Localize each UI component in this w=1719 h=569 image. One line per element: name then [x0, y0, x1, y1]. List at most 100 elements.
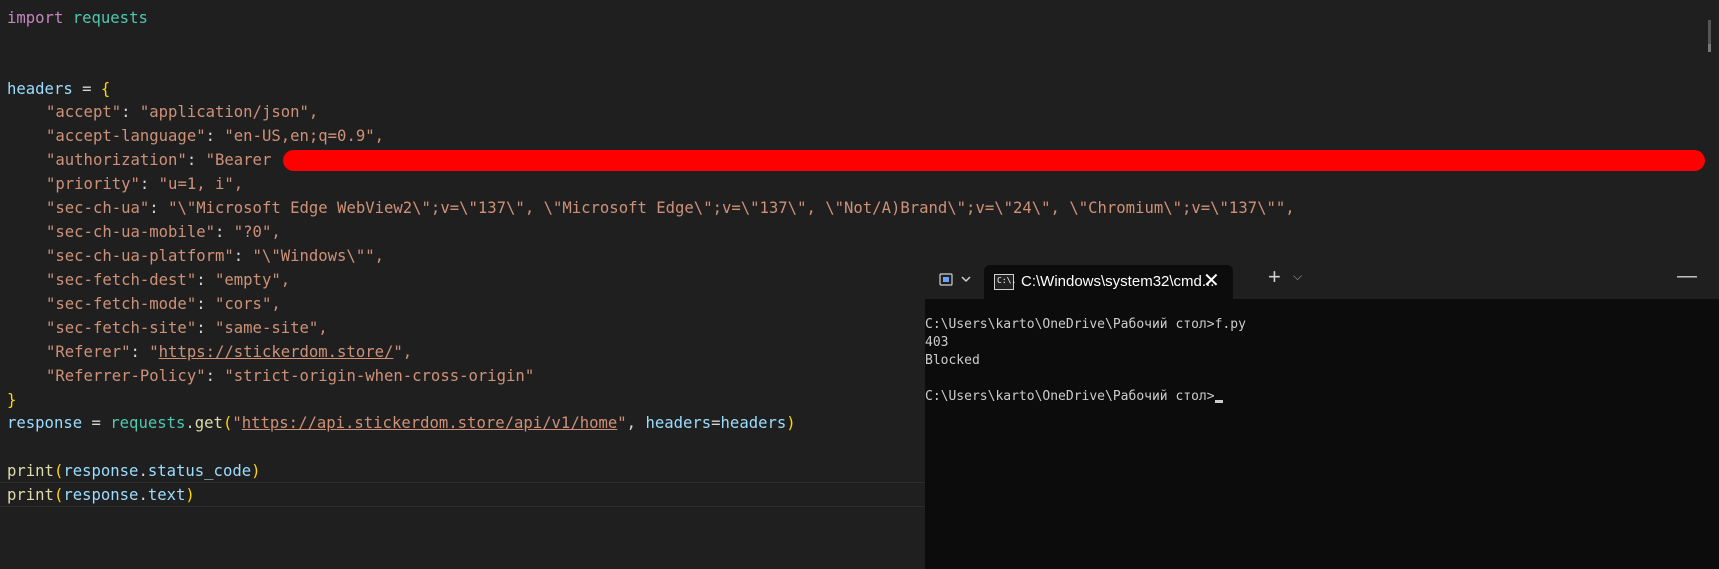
quote: " [617, 414, 627, 432]
code-line-entry: "sec-ch-ua-mobile": "?0", [7, 220, 281, 244]
dict-key: "accept" [46, 103, 122, 121]
quote: " [232, 414, 242, 432]
bracket: } [7, 391, 17, 409]
colon: : [205, 367, 225, 385]
dot: . [185, 414, 195, 432]
function-name: print [7, 462, 54, 480]
colon: : [149, 199, 169, 217]
dict-value: "strict-origin-when-cross-origin" [224, 367, 535, 385]
variable: response [7, 414, 83, 432]
colon: : [186, 151, 206, 169]
code-line-response: response = requests.get("https://api.sti… [7, 411, 796, 435]
code-line-print: print(response.status_code) [7, 459, 261, 483]
code-line-entry: "sec-ch-ua-platform": "\"Windows\"", [7, 244, 384, 268]
bracket: { [100, 80, 111, 98]
dict-key: "sec-ch-ua" [46, 199, 150, 217]
tab-title: C:\Windows\system32\cmd... [1021, 273, 1215, 290]
dict-key: "Referrer-Policy" [46, 367, 206, 385]
dict-key: "sec-ch-ua-platform" [46, 247, 234, 265]
prompt-text: C:\Users\karto\OneDrive\Рабочий стол> [925, 389, 1215, 404]
code-line-entry: "Referer": "https://stickerdom.store/", [7, 340, 412, 364]
redaction-mark [283, 150, 1705, 171]
dict-value: "empty", [215, 271, 291, 289]
code-line-import: import requests [7, 6, 148, 30]
terminal-tab-bar: C:\. C:\Windows\system32\cmd... ✕ + ⌵ — [925, 261, 1719, 299]
colon: : [196, 295, 215, 313]
function-name: print [7, 486, 54, 504]
dict-key: "accept-language" [46, 127, 206, 145]
dict-value: "u=1, i", [158, 175, 244, 193]
close-icon[interactable]: ✕ [1203, 270, 1220, 292]
cmd-icon: C:\. [994, 274, 1016, 290]
variable: headers [720, 414, 787, 432]
code-line-entry: "sec-fetch-site": "same-site", [7, 316, 328, 340]
terminal-prompt[interactable]: C:\Users\karto\OneDrive\Рабочий стол> [925, 388, 1223, 406]
colon: : [121, 103, 140, 121]
new-tab-button[interactable]: + [1268, 266, 1281, 288]
bracket: ( [222, 414, 233, 432]
dict-key: "priority" [46, 175, 140, 193]
dict-value: "cors", [215, 295, 281, 313]
dict-value: "\"Windows\"", [252, 247, 384, 265]
variable: response [63, 462, 139, 480]
attribute: status_code [147, 462, 252, 480]
dict-key: "Referer" [46, 343, 131, 361]
text-cursor [1214, 400, 1223, 403]
dict-value: "en-US,en;q=0.9", [224, 127, 384, 145]
minimize-button[interactable]: — [1677, 265, 1697, 288]
shield-icon[interactable] [938, 271, 954, 289]
quote: " [149, 343, 159, 361]
dict-key: "sec-fetch-site" [46, 319, 197, 337]
dict-value: "Bearer [205, 151, 272, 169]
kwarg-name: headers [645, 414, 712, 432]
attribute: text [147, 486, 186, 504]
quote: ", [393, 343, 413, 361]
dict-key: "authorization" [46, 151, 187, 169]
url-link[interactable]: https://api.stickerdom.store/api/v1/home [242, 414, 618, 432]
separator: , [626, 414, 646, 432]
dict-value: "?0", [233, 223, 281, 241]
colon: : [139, 175, 159, 193]
dict-value: "same-site", [215, 319, 328, 337]
code-line-entry: "sec-fetch-mode": "cors", [7, 292, 281, 316]
colon: : [196, 319, 215, 337]
bracket: ) [786, 414, 796, 432]
dict-value: "\"Microsoft Edge WebView2\";v=\"137\", … [168, 199, 1295, 217]
variable: headers [7, 80, 73, 98]
terminal-window[interactable]: C:\. C:\Windows\system32\cmd... ✕ + ⌵ — … [925, 261, 1719, 569]
dot: . [138, 462, 148, 480]
dropdown-icon[interactable]: ⌵ [1293, 269, 1302, 284]
code-line-print: print(response.text) [7, 483, 195, 507]
variable: response [63, 486, 139, 504]
operator: = [711, 414, 721, 432]
url-link[interactable]: https://stickerdom.store/ [159, 343, 394, 361]
dict-key: "sec-fetch-mode" [46, 295, 197, 313]
terminal-line: Blocked [925, 353, 980, 368]
dict-value: "application/json", [139, 103, 319, 121]
bracket: ( [53, 462, 64, 480]
bracket: ) [251, 462, 261, 480]
dict-key: "sec-fetch-dest" [46, 271, 197, 289]
code-line-entry: "accept": "application/json", [7, 100, 318, 124]
code-line-close: } [7, 388, 16, 412]
module-name: requests [72, 9, 148, 27]
code-line-entry: "Referrer-Policy": "strict-origin-when-c… [7, 364, 534, 388]
bracket: ( [53, 486, 64, 504]
chevron-down-icon[interactable] [960, 271, 972, 289]
code-line-entry: "authorization": "Bearer [7, 148, 271, 172]
function-name: get [194, 414, 223, 432]
colon: : [130, 343, 150, 361]
code-line-entry: "sec-ch-ua": "\"Microsoft Edge WebView2\… [7, 196, 1295, 220]
colon: : [233, 247, 253, 265]
dot: . [138, 486, 148, 504]
code-line-entry: "accept-language": "en-US,en;q=0.9", [7, 124, 384, 148]
terminal-line: 403 [925, 335, 949, 350]
dict-key: "sec-ch-ua-mobile" [46, 223, 215, 241]
terminal-line: C:\Users\karto\OneDrive\Рабочий стол>f.p… [925, 317, 1246, 332]
operator: = [82, 414, 111, 432]
scrollbar-marker[interactable] [1708, 44, 1711, 52]
colon: : [196, 271, 215, 289]
keyword: import [7, 9, 64, 27]
tab-cmd[interactable]: C:\. C:\Windows\system32\cmd... ✕ [984, 265, 1233, 299]
module-name: requests [110, 414, 186, 432]
